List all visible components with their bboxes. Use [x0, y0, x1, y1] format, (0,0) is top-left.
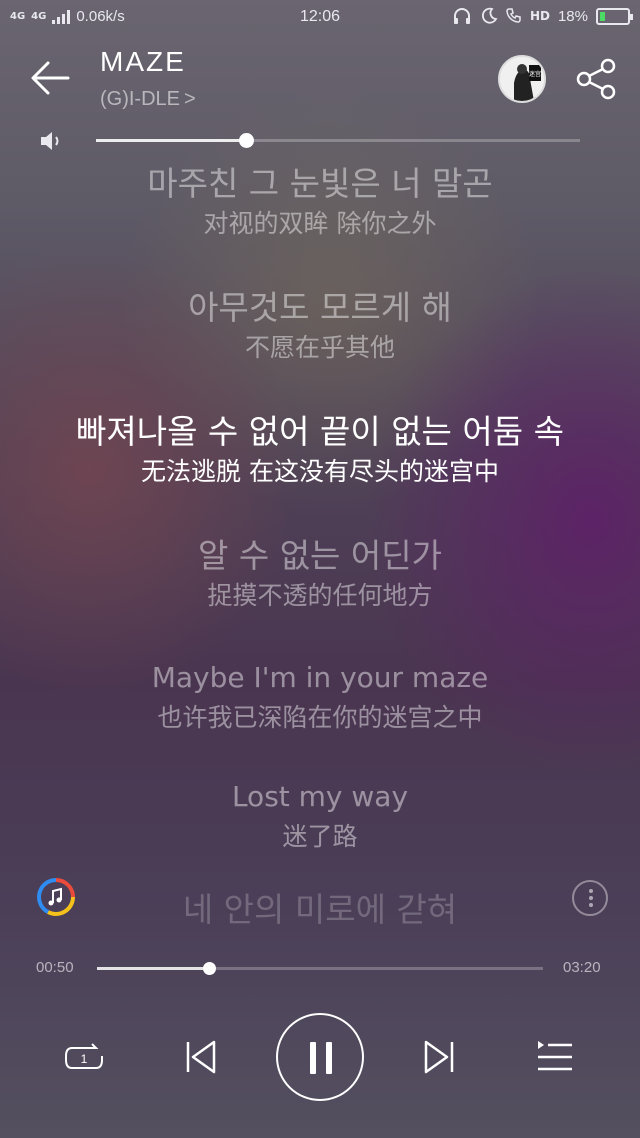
lyric-original: 마주친 그 눈빛은 너 말곤 — [147, 164, 493, 203]
current-time: 00:50 — [36, 959, 74, 976]
lyric-original: 알 수 없는 어딘가 — [198, 536, 442, 575]
hd-call-icon — [506, 8, 521, 23]
chevron-right-icon: > — [184, 88, 196, 110]
share-icon[interactable] — [576, 58, 618, 100]
lyric-translation: 对视的双眸 除你之外 — [203, 209, 437, 238]
music-app-icon[interactable] — [36, 877, 76, 917]
lyric-translation: 不愿在乎其他 — [244, 333, 395, 362]
pause-bar-icon — [326, 1042, 332, 1074]
battery-fill — [600, 11, 605, 21]
repeat-one-icon[interactable]: 1 — [62, 1038, 106, 1078]
artist-link[interactable]: (G)I-DLE > — [100, 88, 196, 111]
volume-icon[interactable] — [38, 128, 64, 154]
previous-track-icon[interactable] — [184, 1038, 218, 1076]
more-dot-icon — [589, 903, 593, 907]
lyric-line-current: 빠져나올 수 없어 끝이 없는 어둠 속 无法逃脱 在这没有尽头的迷宫中 — [0, 410, 640, 490]
back-arrow-icon[interactable] — [28, 58, 72, 98]
lyric-translation: 捉摸不透的任何地方 — [207, 581, 433, 610]
total-time: 03:20 — [563, 959, 601, 976]
headphones-icon — [453, 8, 470, 24]
lyric-translation: 无法逃脱 在这没有尽头的迷宫中 — [141, 457, 499, 486]
lyrics-panel[interactable]: 마주친 그 눈빛은 너 말곤 对视的双眸 除你之外 아무것도 모르게 해 不愿在… — [0, 160, 640, 930]
lyric-original: 빠져나올 수 없어 끝이 없는 어둠 속 — [76, 412, 564, 451]
lyric-original: 아무것도 모르게 해 — [188, 288, 452, 327]
battery-icon — [596, 7, 633, 25]
lyric-translation: 也许我已深陷在你的迷宫之中 — [157, 703, 483, 732]
artist-name[interactable]: (G)I-DLE — [100, 88, 180, 111]
lyric-original: 네 안의 미로에 갇혀 — [182, 890, 458, 929]
pause-button[interactable] — [276, 1013, 364, 1101]
progress-fill — [97, 967, 209, 970]
album-thumbnail[interactable]: 迷宫 — [498, 55, 546, 103]
more-options-button[interactable] — [572, 880, 608, 916]
progress-slider[interactable] — [97, 962, 543, 975]
lyric-original: Lost my way — [231, 780, 409, 813]
album-art-icon: 迷宫 — [500, 57, 544, 101]
lyric-line: Lost my way 迷了路 — [0, 775, 640, 855]
moon-icon — [481, 7, 498, 24]
more-dot-icon — [589, 896, 593, 900]
lyric-original: Maybe I'm in your maze — [151, 661, 489, 694]
album-thumb-text: 迷宫 — [529, 70, 541, 78]
lyric-line: Maybe I'm in your maze 也许我已深陷在你的迷宫之中 — [0, 656, 640, 736]
pause-bar-icon — [310, 1042, 316, 1074]
status-bar: 4G 4G 0.06k/s 12:06 HD 18% — [0, 0, 640, 34]
lyric-translation: 迷了路 — [282, 822, 358, 851]
battery-percent: 18% — [557, 7, 588, 25]
status-right: HD 18% — [452, 6, 633, 26]
song-title: MAZE — [100, 46, 186, 77]
lyric-line: 알 수 없는 어딘가 捉摸不透的任何地方 — [0, 534, 640, 614]
lyric-line: 마주친 그 눈빛은 너 말곤 对视的双眸 除你之外 — [0, 162, 640, 242]
svg-text:1: 1 — [81, 1052, 88, 1066]
lyric-line: 아무것도 모르게 해 不愿在乎其他 — [0, 286, 640, 366]
lyric-line: 네 안의 미로에 갇혀 — [0, 888, 640, 930]
volume-handle[interactable] — [239, 133, 255, 148]
more-dot-icon — [589, 889, 593, 893]
volume-slider[interactable] — [96, 133, 580, 148]
playlist-icon[interactable] — [535, 1038, 575, 1076]
progress-handle[interactable] — [202, 962, 216, 975]
hd-label: HD — [529, 9, 550, 23]
volume-fill — [96, 139, 247, 142]
next-track-icon[interactable] — [422, 1038, 456, 1076]
